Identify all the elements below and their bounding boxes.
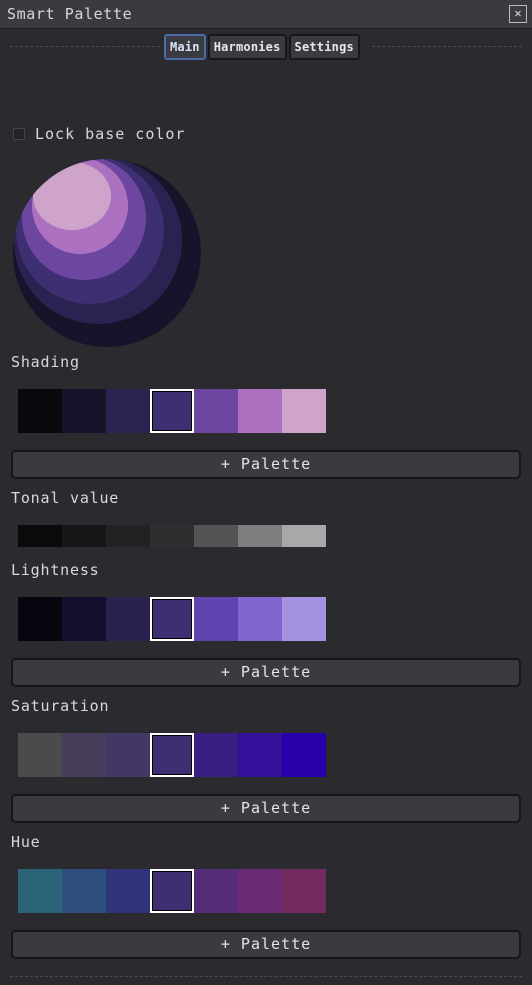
shading-swatch-selected[interactable] xyxy=(150,389,194,433)
hue-swatch[interactable] xyxy=(238,869,282,913)
lightness-swatch-selected[interactable] xyxy=(150,597,194,641)
shading-swatch[interactable] xyxy=(62,389,106,433)
title-bar: Smart Palette ✕ xyxy=(0,0,532,29)
saturation-swatch-selected[interactable] xyxy=(150,733,194,777)
hue-add-palette-button[interactable]: + Palette xyxy=(11,930,521,959)
saturation-swatch[interactable] xyxy=(106,733,150,777)
tab-bar-divider-right xyxy=(372,46,522,47)
shading-label: Shading xyxy=(11,353,80,371)
hue-swatch[interactable] xyxy=(194,869,238,913)
shading-swatch[interactable] xyxy=(18,389,62,433)
hue-swatch[interactable] xyxy=(62,869,106,913)
saturation-swatch[interactable] xyxy=(194,733,238,777)
lock-base-color[interactable]: Lock base color xyxy=(13,125,185,143)
saturation-swatch[interactable] xyxy=(282,733,326,777)
tonal-swatch xyxy=(194,525,238,547)
tonal-swatch xyxy=(62,525,106,547)
tonal-swatch xyxy=(18,525,62,547)
shading-swatch[interactable] xyxy=(282,389,326,433)
tonal-swatch xyxy=(106,525,150,547)
saturation-swatch[interactable] xyxy=(62,733,106,777)
tonal-swatch xyxy=(238,525,282,547)
bottom-divider xyxy=(10,976,522,977)
saturation-add-palette-button[interactable]: + Palette xyxy=(11,794,521,823)
hue-swatch[interactable] xyxy=(106,869,150,913)
saturation-swatch[interactable] xyxy=(238,733,282,777)
saturation-swatch-row xyxy=(18,733,326,777)
lightness-label: Lightness xyxy=(11,561,100,579)
window-title: Smart Palette xyxy=(7,5,133,23)
hue-swatch[interactable] xyxy=(282,869,326,913)
tonal-value-label: Tonal value xyxy=(11,489,120,507)
tab-bar: Main Harmonies Settings xyxy=(0,34,532,60)
lightness-swatch[interactable] xyxy=(194,597,238,641)
shading-swatch[interactable] xyxy=(194,389,238,433)
tab-settings[interactable]: Settings xyxy=(288,34,360,60)
saturation-label: Saturation xyxy=(11,697,110,715)
shading-add-palette-button[interactable]: + Palette xyxy=(11,450,521,479)
shading-swatch[interactable] xyxy=(106,389,150,433)
shading-swatch-row xyxy=(18,389,326,433)
lock-base-color-label: Lock base color xyxy=(35,125,186,143)
hue-swatch-row xyxy=(18,869,326,913)
tab-harmonies[interactable]: Harmonies xyxy=(207,34,287,60)
shading-swatch[interactable] xyxy=(238,389,282,433)
lightness-swatch[interactable] xyxy=(238,597,282,641)
sphere-highlight xyxy=(33,162,111,230)
lock-base-color-checkbox[interactable] xyxy=(13,128,25,140)
lightness-swatch[interactable] xyxy=(282,597,326,641)
close-button[interactable]: ✕ xyxy=(509,5,527,23)
hue-label: Hue xyxy=(11,833,41,851)
tab-main[interactable]: Main xyxy=(164,34,206,60)
lightness-swatch-row xyxy=(18,597,326,641)
tonal-swatch xyxy=(282,525,326,547)
lightness-swatch[interactable] xyxy=(62,597,106,641)
hue-swatch-selected[interactable] xyxy=(150,869,194,913)
saturation-swatch[interactable] xyxy=(18,733,62,777)
tab-bar-divider-left xyxy=(10,46,160,47)
lightness-add-palette-button[interactable]: + Palette xyxy=(11,658,521,687)
tonal-swatch-row xyxy=(18,525,326,547)
shading-preview-sphere xyxy=(13,159,201,347)
tonal-swatch xyxy=(150,525,194,547)
hue-swatch[interactable] xyxy=(18,869,62,913)
lightness-swatch[interactable] xyxy=(106,597,150,641)
lightness-swatch[interactable] xyxy=(18,597,62,641)
